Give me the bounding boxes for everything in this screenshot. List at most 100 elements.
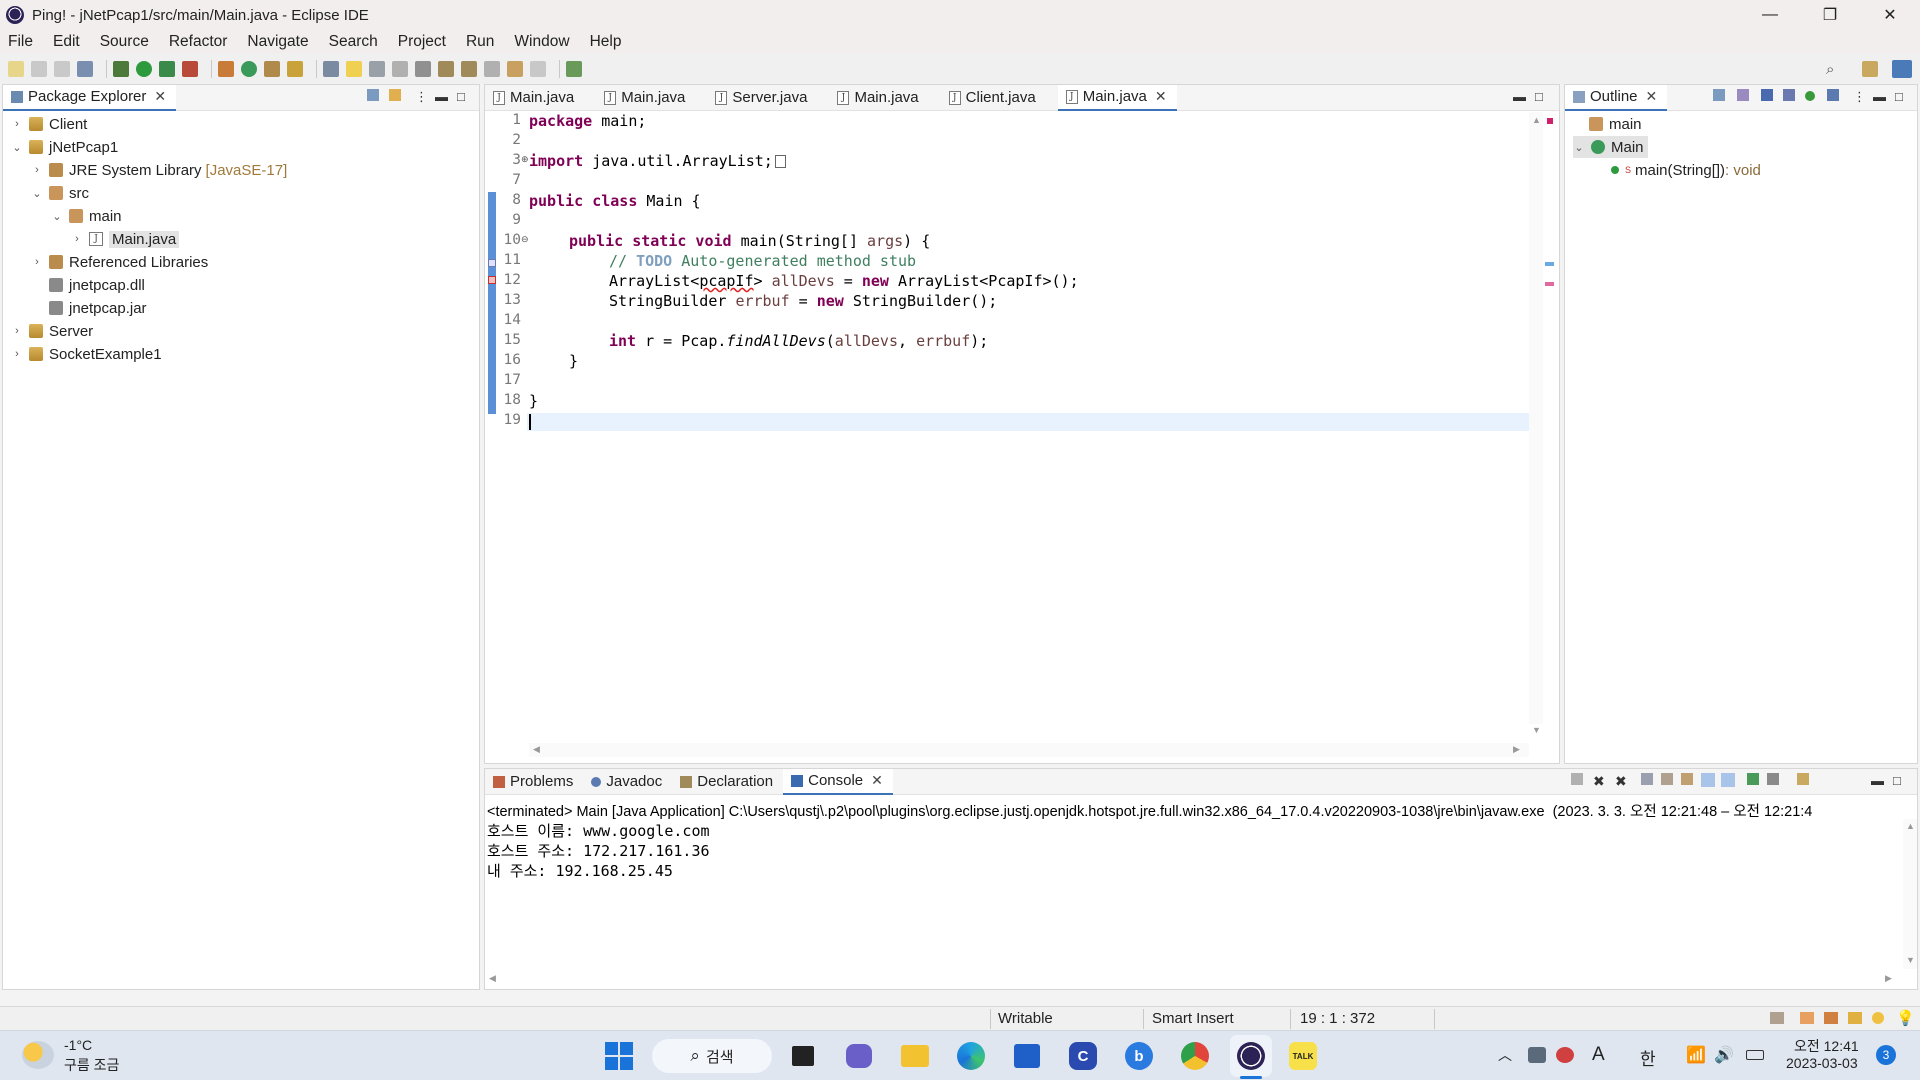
forward-icon[interactable] — [530, 61, 546, 77]
chevron-right-icon[interactable]: › — [11, 118, 23, 130]
minimize-view-icon[interactable]: ▬ — [1513, 89, 1526, 104]
tab-declaration[interactable]: Declaration — [672, 769, 783, 795]
code-line-1[interactable]: package main; — [529, 112, 646, 130]
volume-icon[interactable]: 🔊 — [1714, 1045, 1734, 1065]
notification-icon[interactable] — [1800, 1012, 1814, 1024]
outline-item-package[interactable]: main — [1589, 113, 1642, 135]
menu-project[interactable]: Project — [398, 33, 446, 51]
minimize-view-icon[interactable]: ▬ — [1873, 89, 1886, 104]
menu-file[interactable]: File — [8, 33, 33, 51]
start-button[interactable] — [602, 1039, 636, 1073]
hide-fields-icon[interactable] — [1761, 89, 1773, 101]
menu-help[interactable]: Help — [590, 33, 622, 51]
search-tool-icon[interactable] — [287, 61, 303, 77]
java-perspective-icon[interactable] — [1892, 60, 1912, 78]
app-b-button[interactable]: b — [1122, 1039, 1156, 1073]
scroll-down-icon[interactable]: ▼ — [1906, 955, 1915, 965]
hide-local-types-icon[interactable] — [1827, 89, 1839, 101]
clear-console-icon[interactable] — [1641, 773, 1653, 785]
teams-chat-button[interactable] — [842, 1039, 876, 1073]
new-java-package-icon[interactable] — [218, 61, 234, 77]
progress-icon[interactable] — [1770, 1012, 1784, 1024]
tree-item[interactable]: jnetpcap.dll — [31, 274, 145, 296]
new-icon[interactable] — [8, 61, 24, 77]
chevron-down-icon[interactable]: ⌄ — [51, 210, 63, 223]
minimize-view-icon[interactable]: ▬ — [435, 89, 448, 104]
show-on-stderr-icon[interactable] — [1721, 773, 1735, 787]
word-wrap-icon[interactable] — [369, 61, 385, 77]
link-with-editor-icon[interactable] — [389, 89, 401, 101]
code-line-10[interactable]: public static void main(String[] args) { — [569, 232, 930, 250]
coverage-icon[interactable] — [159, 61, 175, 77]
menu-window[interactable]: Window — [514, 33, 569, 51]
new-java-class-icon[interactable] — [241, 61, 257, 77]
tab-outline[interactable]: Outline ✕ — [1565, 84, 1668, 111]
tab-main-java-2[interactable]: J Main.java — [596, 85, 695, 111]
tab-problems[interactable]: Problems — [485, 769, 583, 795]
status-cursor-position[interactable]: 19 : 1 : 372 — [1300, 1010, 1375, 1027]
minimize-button[interactable]: — — [1740, 0, 1800, 30]
word-wrap-icon[interactable] — [1681, 773, 1693, 785]
code-line-13[interactable]: StringBuilder errbuf = new StringBuilder… — [609, 292, 997, 310]
clock-date[interactable]: 2023-03-03 — [1786, 1055, 1858, 1071]
open-perspective-icon[interactable] — [1862, 61, 1878, 77]
edge-button[interactable] — [954, 1039, 988, 1073]
code-line-18[interactable]: } — [529, 392, 538, 410]
menu-search[interactable]: Search — [329, 33, 378, 51]
scroll-left-icon[interactable]: ◀ — [489, 973, 496, 984]
scroll-lock-icon[interactable] — [1661, 773, 1673, 785]
scroll-right-icon[interactable]: ▶ — [1513, 744, 1520, 755]
display-console-icon[interactable] — [1767, 773, 1779, 785]
scroll-up-icon[interactable]: ▲ — [1532, 115, 1541, 125]
tab-main-java-active[interactable]: J Main.java ✕ — [1057, 84, 1177, 111]
code-line-3[interactable]: import java.util.ArrayList; — [529, 152, 786, 170]
chevron-right-icon[interactable]: › — [31, 164, 43, 176]
taskbar-search-box[interactable]: ⌕ 검색 — [652, 1039, 772, 1073]
run-icon[interactable] — [136, 61, 152, 77]
scroll-right-icon[interactable]: ▶ — [1885, 973, 1892, 984]
console-line[interactable]: 호스트 이름: www.google.com — [487, 820, 710, 841]
console-line[interactable]: 호스트 주소: 172.217.161.36 — [487, 840, 710, 861]
toggle-breadcrumb-icon[interactable] — [323, 61, 339, 77]
save-icon[interactable] — [31, 61, 47, 77]
maximize-view-icon[interactable]: □ — [457, 89, 465, 104]
info-icon[interactable] — [1872, 1012, 1884, 1024]
tree-item[interactable]: › JRE System Library [JavaSE-17] — [31, 159, 287, 181]
console-line[interactable]: 내 주소: 192.168.25.45 — [487, 860, 673, 881]
collapse-all-icon[interactable] — [367, 89, 379, 101]
tree-item[interactable]: ⌄ main — [51, 205, 121, 227]
maximize-view-icon[interactable]: □ — [1893, 773, 1901, 788]
chrome-button[interactable] — [1178, 1039, 1212, 1073]
terminate-icon[interactable] — [1571, 773, 1583, 785]
horizontal-scrollbar[interactable] — [529, 743, 1529, 757]
error-token[interactable]: pcapIf — [699, 272, 753, 290]
code-line-12[interactable]: ArrayList<pcapIf> allDevs = new ArrayLis… — [609, 272, 1079, 290]
fold-toggle-icon[interactable]: ⊕ — [521, 154, 529, 165]
menu-refactor[interactable]: Refactor — [169, 33, 228, 51]
notification-badge[interactable]: 3 — [1876, 1045, 1896, 1065]
tasks-icon[interactable] — [1824, 1012, 1838, 1024]
tree-item[interactable]: ⌄ jNetPcap1 — [11, 136, 118, 158]
tree-item[interactable]: › SocketExample1 — [11, 343, 161, 365]
external-tools-icon[interactable] — [182, 61, 198, 77]
task-view-button[interactable] — [786, 1039, 820, 1073]
error-overview-icon[interactable] — [1547, 118, 1553, 124]
open-type-icon[interactable] — [264, 61, 280, 77]
scroll-left-icon[interactable]: ◀ — [533, 744, 540, 755]
tray-overflow-icon[interactable]: ︿ — [1498, 1045, 1512, 1065]
menu-edit[interactable]: Edit — [53, 33, 80, 51]
remove-launch-icon[interactable]: ✖ — [1593, 773, 1605, 790]
chevron-down-icon[interactable]: ⌄ — [31, 187, 43, 200]
weather-description[interactable]: 구름 조금 — [64, 1055, 119, 1075]
view-menu-icon[interactable]: ⋮ — [1853, 89, 1866, 105]
tab-server-java[interactable]: J Server.java — [707, 85, 817, 111]
code-line-8[interactable]: public class Main { — [529, 192, 701, 210]
open-console-icon[interactable] — [1797, 773, 1809, 785]
close-icon[interactable]: ✕ — [154, 88, 166, 105]
font-icon[interactable]: A — [1592, 1044, 1605, 1066]
status-insert-mode[interactable]: Smart Insert — [1152, 1010, 1234, 1027]
close-button[interactable]: ✕ — [1860, 0, 1920, 30]
tips-icon[interactable] — [1848, 1012, 1862, 1024]
view-menu-icon[interactable]: ⋮ — [415, 89, 428, 105]
folded-code-icon[interactable] — [774, 155, 786, 168]
